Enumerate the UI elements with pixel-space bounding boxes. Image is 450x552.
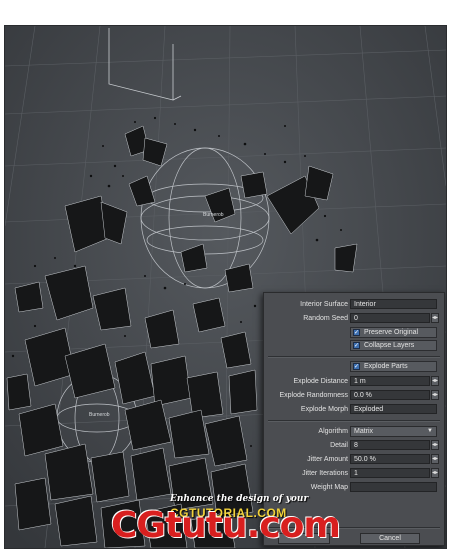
- explode-distance-row: Explode Distance 1 m ◂▸: [264, 376, 444, 388]
- watermark: CGtutu.com: [111, 505, 341, 546]
- cancel-button[interactable]: Cancel: [360, 533, 420, 544]
- preserve-original-checkbox[interactable]: ✓ Preserve Original: [350, 327, 437, 338]
- explode-parts-row: ✓ Explode Parts: [264, 361, 444, 373]
- jitter-iterations-spinner-icon[interactable]: ◂▸: [431, 468, 439, 478]
- jitter-amount-label: Jitter Amount: [307, 456, 348, 463]
- explode-distance-label: Explode Distance: [293, 378, 348, 385]
- viewport-label-b: Burnerob: [89, 412, 110, 418]
- explode-distance-spinner-icon[interactable]: ◂▸: [431, 376, 439, 386]
- explode-randomness-row: Explode Randomness 0.0 % ◂▸: [264, 390, 444, 402]
- algorithm-value: Matrix: [354, 428, 374, 435]
- checkmark-icon: ✓: [353, 342, 360, 349]
- interior-surface-label: Interior Surface: [300, 301, 348, 308]
- preserve-original-row: ✓ Preserve Original: [264, 327, 444, 339]
- explode-morph-field[interactable]: Exploded: [350, 404, 437, 414]
- algorithm-row: Algorithm Matrix ▼: [264, 426, 444, 438]
- explode-randomness-label: Explode Randomness: [279, 392, 349, 399]
- explode-randomness-field[interactable]: 0.0 %: [350, 390, 430, 400]
- checkmark-icon: ✓: [353, 363, 360, 370]
- detail-label: Detail: [330, 442, 348, 449]
- detail-field[interactable]: 8: [350, 440, 430, 450]
- chevron-down-icon: ▼: [427, 428, 433, 434]
- algorithm-label: Algorithm: [318, 428, 348, 435]
- explode-randomness-spinner-icon[interactable]: ◂▸: [431, 390, 439, 400]
- jitter-amount-field[interactable]: 50.0 %: [350, 454, 430, 464]
- jitter-amount-spinner-icon[interactable]: ◂▸: [431, 454, 439, 464]
- explode-parts-checkbox[interactable]: ✓ Explode Parts: [350, 361, 437, 372]
- collapse-layers-checkbox[interactable]: ✓ Collapse Layers: [350, 340, 437, 351]
- interior-surface-field[interactable]: Interior: [350, 299, 437, 309]
- jitter-iterations-label: Jitter Iterations: [302, 470, 348, 477]
- explode-parts-label: Explode Parts: [364, 363, 408, 370]
- random-seed-label: Random Seed: [303, 315, 348, 322]
- explode-morph-label: Explode Morph: [300, 406, 348, 413]
- viewport-label-a: Burnerob: [203, 212, 224, 218]
- random-seed-field[interactable]: 0: [350, 313, 430, 323]
- weight-map-label: Weight Map: [310, 484, 348, 491]
- weight-map-field[interactable]: [350, 482, 437, 492]
- viewport-frame: Burnerob Burnerob Interior Surface Inter…: [4, 25, 447, 549]
- explode-distance-field[interactable]: 1 m: [350, 376, 430, 386]
- jitter-iterations-row: Jitter Iterations 1 ◂▸: [264, 468, 444, 480]
- divider: [268, 420, 440, 422]
- checkmark-icon: ✓: [353, 329, 360, 336]
- preserve-original-label: Preserve Original: [364, 329, 419, 336]
- random-seed-spinner-icon[interactable]: ◂▸: [431, 313, 439, 323]
- interior-surface-row: Interior Surface Interior: [264, 299, 444, 311]
- explode-morph-row: Explode Morph Exploded: [264, 404, 444, 416]
- algorithm-dropdown[interactable]: Matrix ▼: [350, 426, 437, 437]
- detail-row: Detail 8 ◂▸: [264, 440, 444, 452]
- detail-spinner-icon[interactable]: ◂▸: [431, 440, 439, 450]
- divider: [268, 356, 440, 358]
- collapse-layers-label: Collapse Layers: [364, 342, 415, 349]
- jitter-iterations-field[interactable]: 1: [350, 468, 430, 478]
- jitter-amount-row: Jitter Amount 50.0 % ◂▸: [264, 454, 444, 466]
- random-seed-row: Random Seed 0 ◂▸: [264, 313, 444, 325]
- collapse-layers-row: ✓ Collapse Layers: [264, 340, 444, 352]
- weight-map-row: Weight Map: [264, 482, 444, 494]
